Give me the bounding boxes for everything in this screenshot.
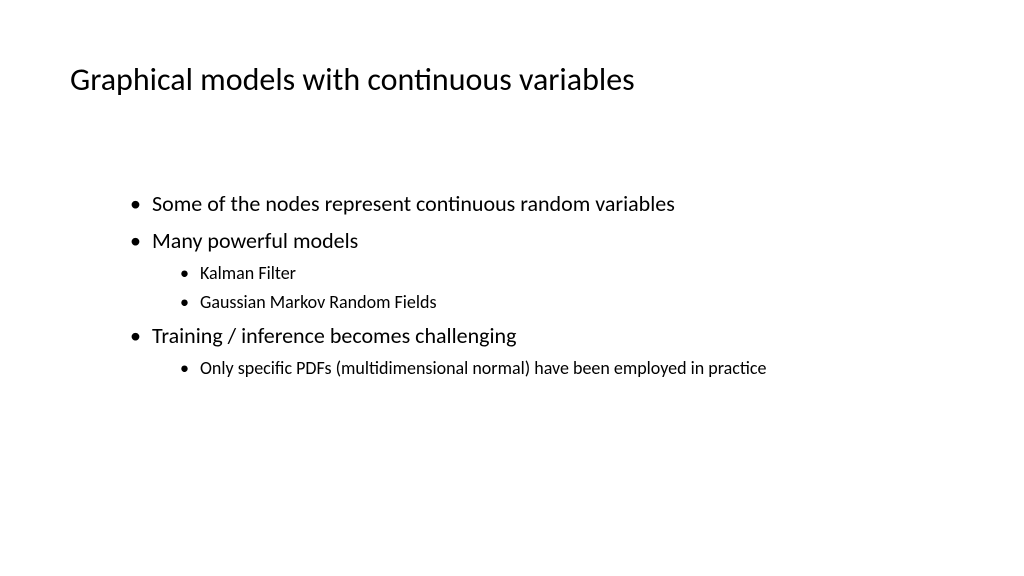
bullet-list: Some of the nodes represent continuous r… [130, 189, 954, 381]
bullet-item: Some of the nodes represent continuous r… [130, 189, 954, 220]
sub-bullet-list: Only specific PDFs (multidimensional nor… [152, 356, 954, 381]
slide-container: Graphical models with continuous variabl… [0, 0, 1024, 576]
sub-bullet-item: Kalman Filter [180, 261, 954, 286]
sub-bullet-list: Kalman Filter Gaussian Markov Random Fie… [152, 261, 954, 315]
bullet-item: Many powerful models Kalman Filter Gauss… [130, 226, 954, 315]
bullet-item: Training / inference becomes challenging… [130, 321, 954, 381]
sub-bullet-text: Gaussian Markov Random Fields [200, 291, 437, 313]
bullet-text: Some of the nodes represent continuous r… [152, 190, 675, 217]
sub-bullet-text: Kalman Filter [200, 262, 296, 284]
bullet-text: Training / inference becomes challenging [152, 322, 516, 349]
sub-bullet-text: Only specific PDFs (multidimensional nor… [200, 357, 766, 379]
sub-bullet-item: Gaussian Markov Random Fields [180, 290, 954, 315]
bullet-text: Many powerful models [152, 227, 358, 254]
sub-bullet-item: Only specific PDFs (multidimensional nor… [180, 356, 954, 381]
slide-content: Some of the nodes represent continuous r… [70, 189, 954, 381]
slide-title: Graphical models with continuous variabl… [70, 60, 954, 99]
